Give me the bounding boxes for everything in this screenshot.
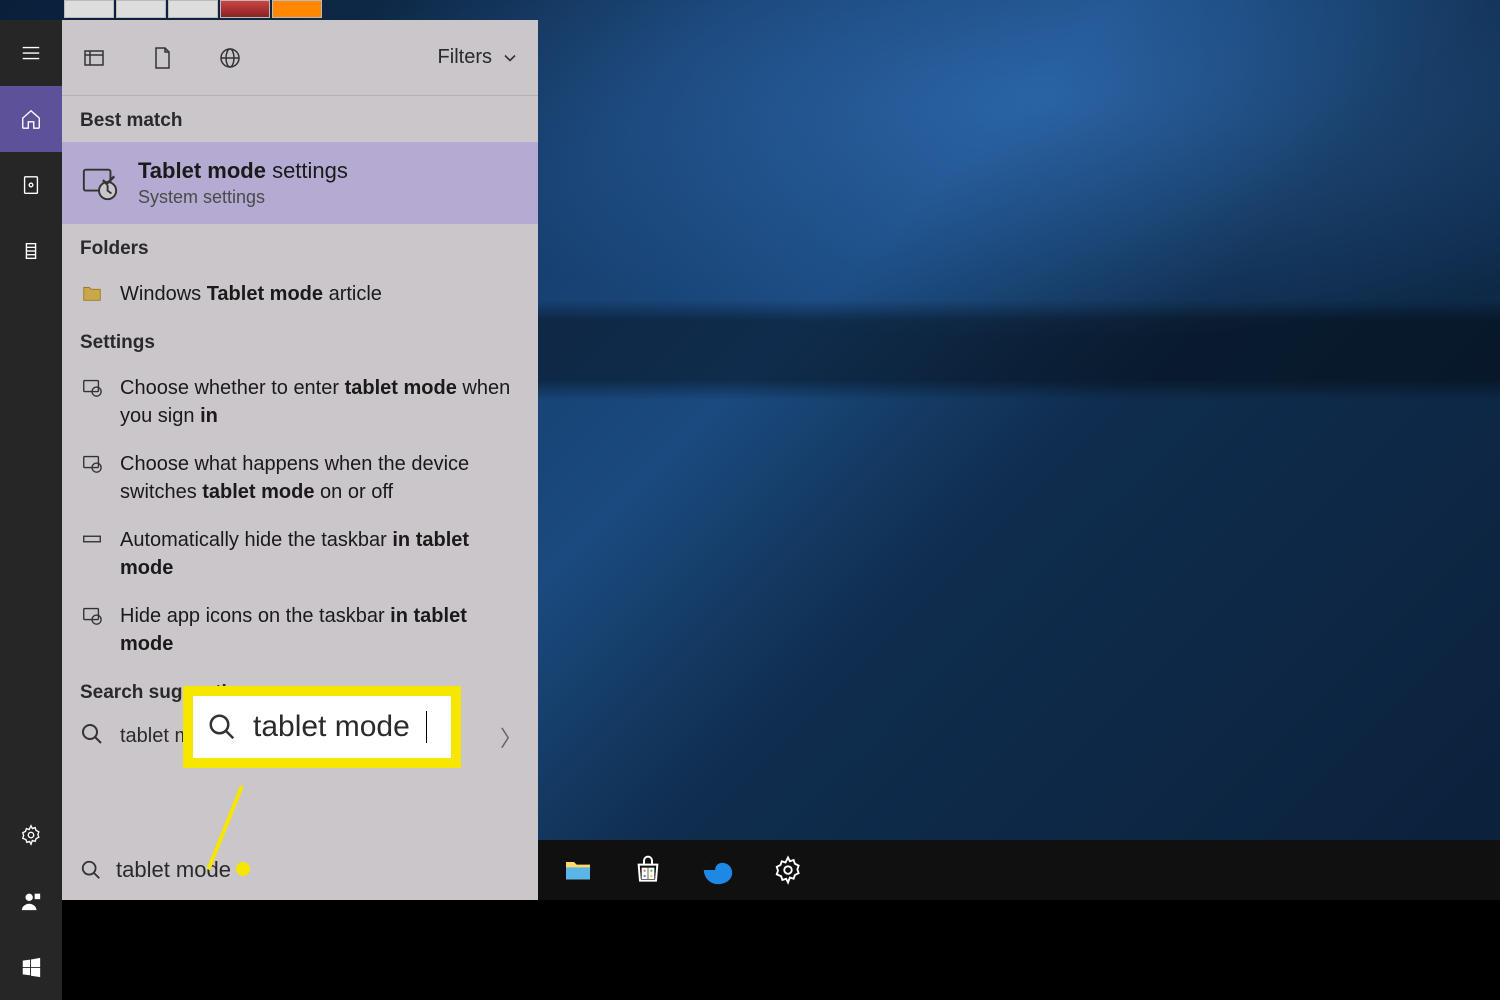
- group-header-settings: Settings: [62, 318, 538, 364]
- taskbar-store[interactable]: [628, 850, 668, 890]
- taskbar-settings[interactable]: [768, 850, 808, 890]
- taskbar-icon: [80, 528, 104, 550]
- filters-dropdown[interactable]: Filters: [438, 46, 520, 69]
- suggestion-text: tablet m: [120, 725, 191, 748]
- person-icon[interactable]: [0, 868, 62, 934]
- best-match-title: Tablet mode settings: [138, 158, 348, 184]
- annotation-dot: [236, 862, 250, 876]
- filters-label-text: Filters: [438, 46, 492, 69]
- group-header-folders: Folders: [62, 224, 538, 270]
- search-icon: [80, 722, 104, 751]
- settings-result-2[interactable]: Automatically hide the taskbar in tablet…: [62, 516, 538, 592]
- search-input-row[interactable]: [62, 840, 538, 900]
- settings-result-text: Hide app icons on the taskbar in tablet …: [120, 602, 520, 658]
- home-icon[interactable]: [0, 86, 62, 152]
- settings-result-1[interactable]: Choose what happens when the device swit…: [62, 440, 538, 516]
- best-match-subtitle: System settings: [138, 187, 348, 208]
- filter-apps-icon[interactable]: [80, 44, 108, 72]
- filter-row: Filters: [62, 20, 538, 96]
- tablet-icon: [80, 452, 104, 474]
- search-icon: [80, 859, 102, 881]
- search-input[interactable]: [116, 857, 520, 883]
- hamburger-icon[interactable]: [0, 20, 62, 86]
- desktop-top-icons: [64, 0, 322, 20]
- filter-web-icon[interactable]: [216, 44, 244, 72]
- annotation-callout: tablet mode: [183, 686, 461, 768]
- windows-start-icon[interactable]: [0, 934, 62, 1000]
- search-icon: [207, 712, 237, 742]
- settings-result-3[interactable]: Hide app icons on the taskbar in tablet …: [62, 592, 538, 668]
- cortana-search-panel: Filters Best match Tablet mode settings …: [62, 20, 538, 900]
- callout-text: tablet mode: [253, 710, 410, 744]
- bottom-black-bar: [0, 900, 1500, 1000]
- taskbar-edge[interactable]: [698, 850, 738, 890]
- tablet-icon: [80, 376, 104, 398]
- settings-result-0[interactable]: Choose whether to enter tablet mode when…: [62, 364, 538, 440]
- gear-icon[interactable]: [0, 802, 62, 868]
- folder-icon: [80, 282, 104, 304]
- settings-result-text: Choose whether to enter tablet mode when…: [120, 374, 520, 430]
- taskbar: [538, 840, 1500, 900]
- folder-result-text: Windows Tablet mode article: [120, 280, 382, 308]
- settings-result-text: Choose what happens when the device swit…: [120, 450, 520, 506]
- group-header-best-match: Best match: [62, 96, 538, 142]
- chevron-right-icon[interactable]: 〉: [500, 721, 522, 753]
- tablet-mode-icon: [80, 163, 120, 203]
- notebook-icon[interactable]: [0, 152, 62, 218]
- tablet-icon: [80, 604, 104, 626]
- start-menu-rail: [0, 20, 62, 1000]
- folder-result[interactable]: Windows Tablet mode article: [62, 270, 538, 318]
- taskbar-file-explorer[interactable]: [558, 850, 598, 890]
- settings-result-text: Automatically hide the taskbar in tablet…: [120, 526, 520, 582]
- device-icon[interactable]: [0, 218, 62, 284]
- filter-documents-icon[interactable]: [148, 44, 176, 72]
- best-match-result[interactable]: Tablet mode settings System settings: [62, 142, 538, 224]
- chevron-down-icon: [500, 48, 520, 68]
